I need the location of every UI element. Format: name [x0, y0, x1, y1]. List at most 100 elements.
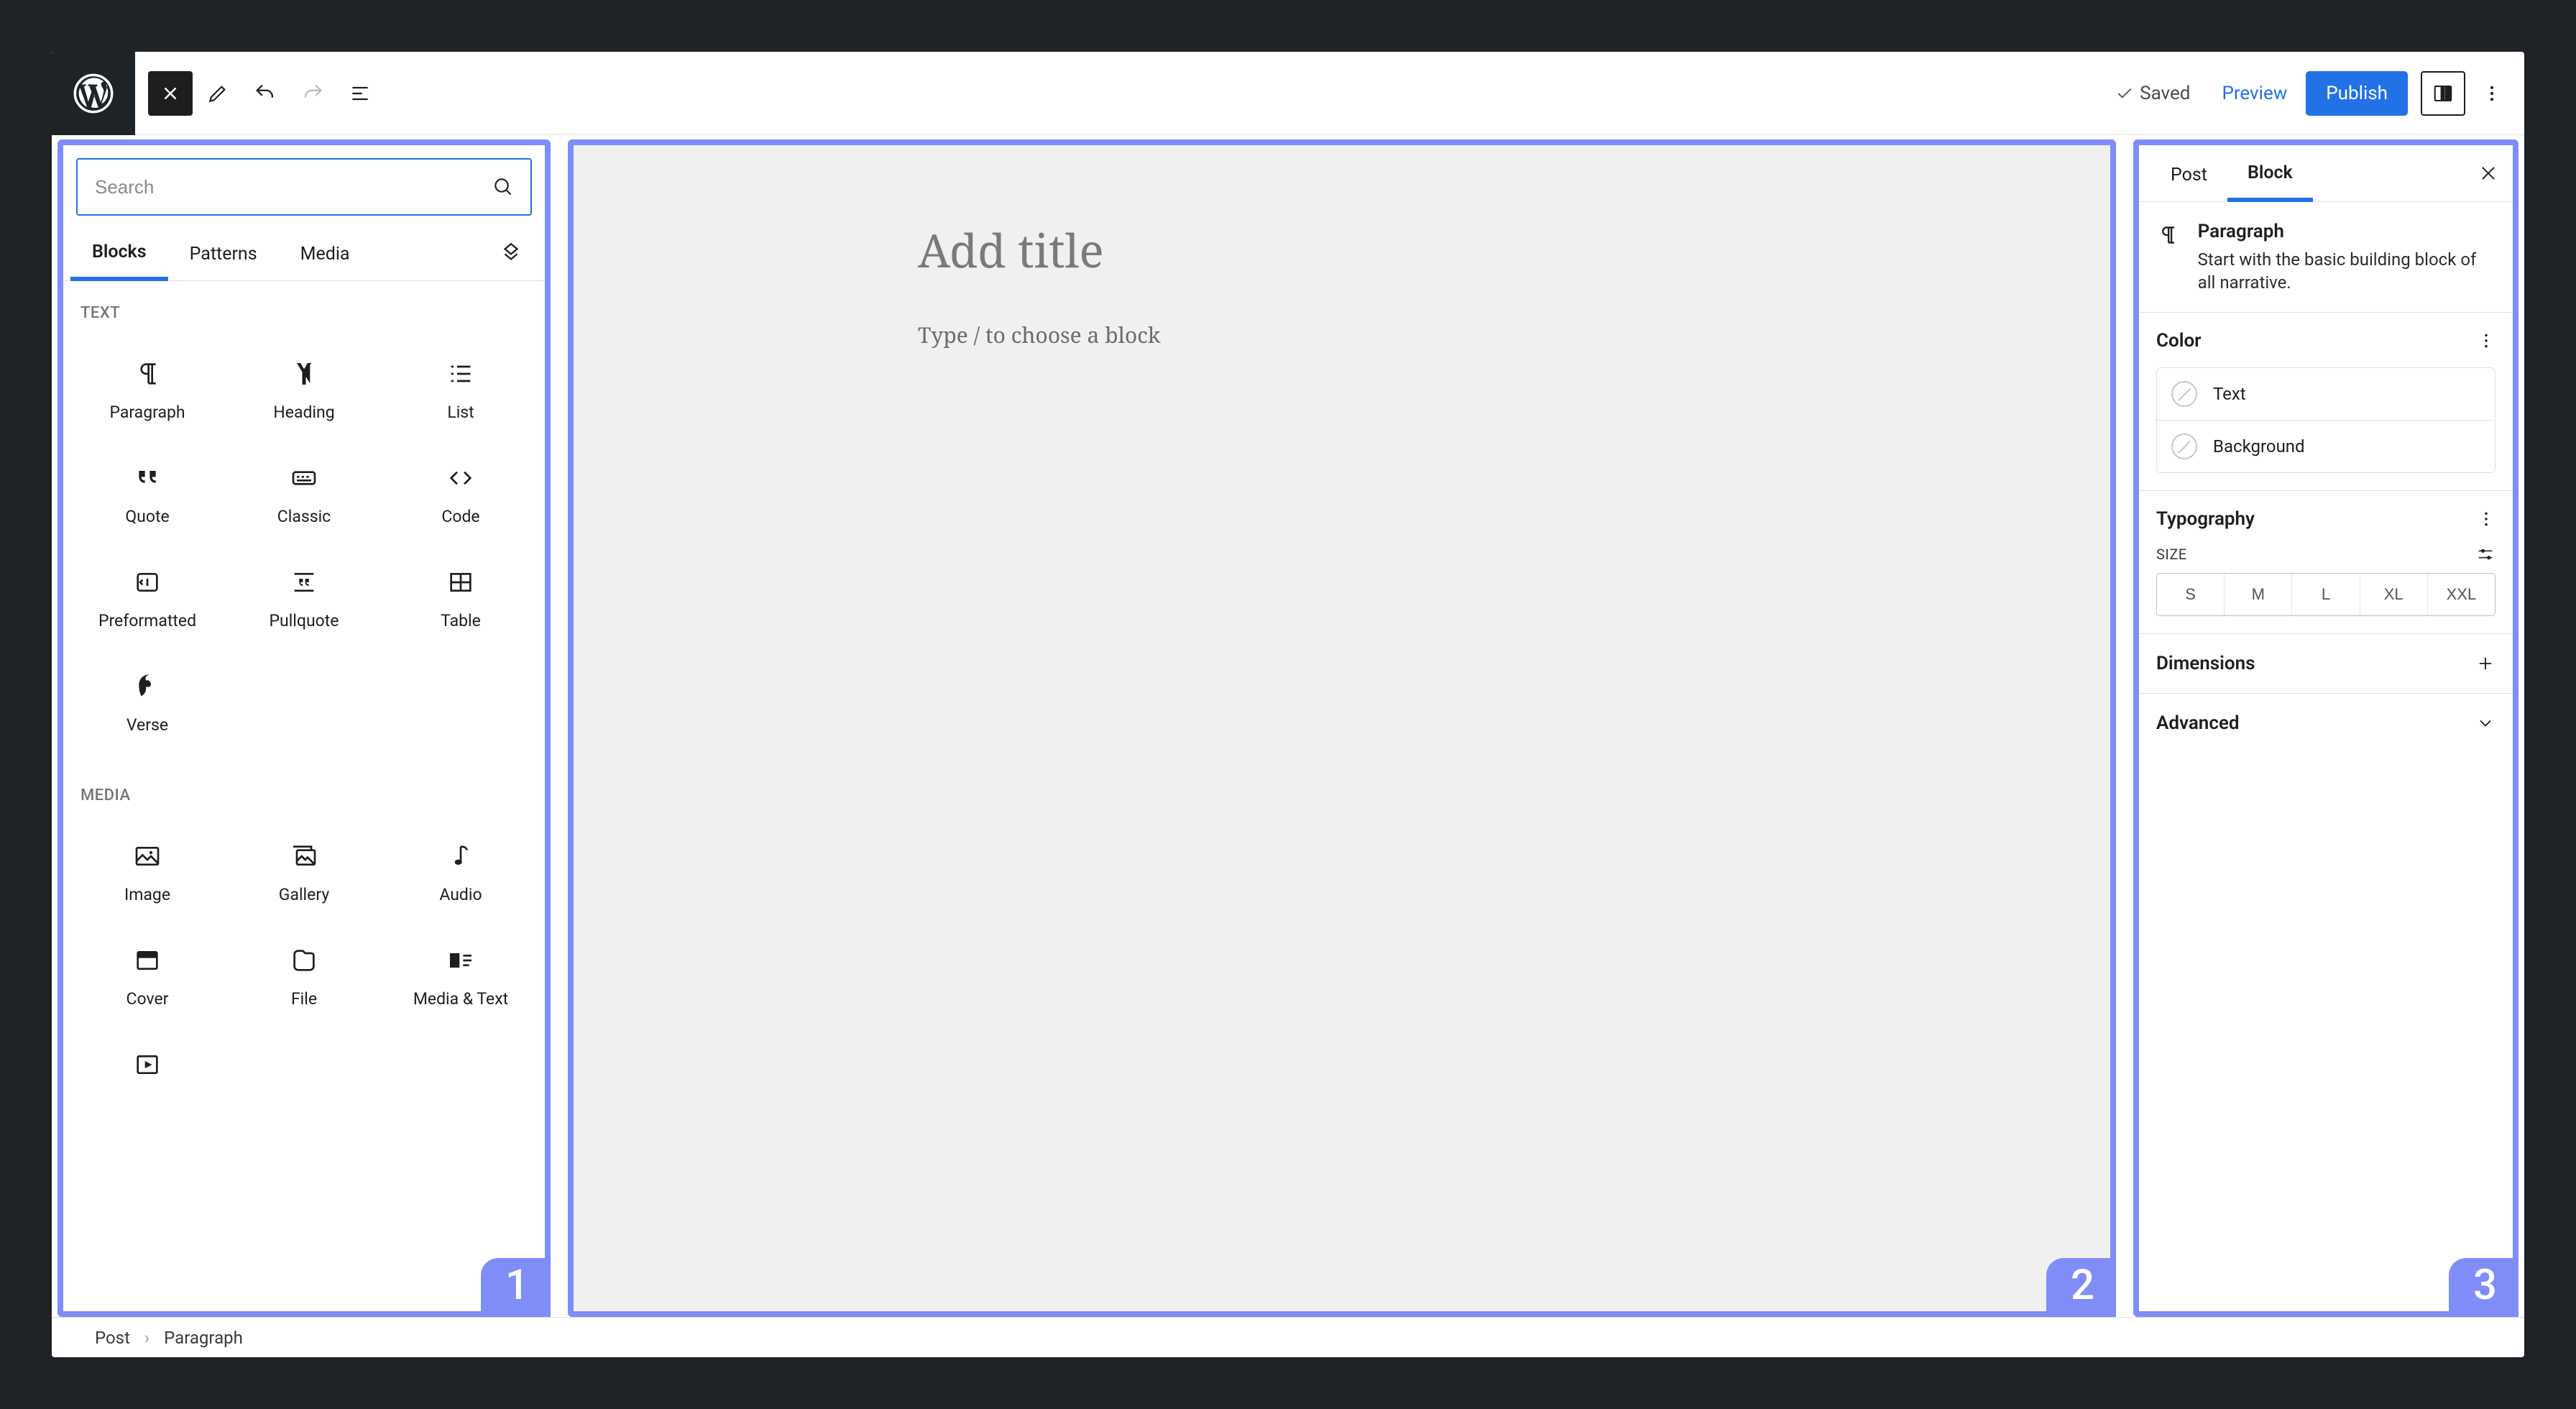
pullquote-icon	[290, 568, 318, 600]
inserter-explore-button[interactable]	[484, 241, 538, 265]
video-icon	[133, 1050, 162, 1082]
chevron-right-icon: ›	[144, 1328, 150, 1348]
dimensions-section[interactable]: Dimensions	[2139, 634, 2513, 694]
image-icon	[133, 842, 162, 873]
inserter-tabs: Blocks Patterns Media	[63, 226, 545, 281]
block-label: Quote	[125, 507, 169, 526]
close-icon	[2478, 163, 2498, 183]
wordpress-logo[interactable]	[52, 52, 135, 135]
kebab-icon[interactable]	[2477, 510, 2496, 528]
block-list[interactable]: List	[382, 339, 539, 438]
inserter-search[interactable]	[76, 158, 532, 216]
search-input[interactable]	[93, 175, 492, 199]
block-label: Image	[124, 885, 170, 904]
inserter-section-media: MEDIA	[66, 768, 542, 812]
kebab-icon[interactable]	[2477, 331, 2496, 350]
block-breadcrumb: Post › Paragraph	[52, 1317, 2524, 1357]
settings-close-button[interactable]	[2470, 155, 2507, 192]
paragraph-block-placeholder[interactable]: Type / to choose a block	[918, 320, 1766, 349]
block-settings-panel: Post Block Paragraph Start with the basi…	[2133, 139, 2518, 1317]
kebab-icon	[2482, 83, 2502, 104]
table-icon	[446, 568, 475, 600]
editor-canvas[interactable]: Add title Type / to choose a block 2	[568, 139, 2116, 1317]
settings-tab-post[interactable]: Post	[2150, 147, 2227, 200]
more-options-button[interactable]	[2470, 71, 2514, 116]
settings-tab-block[interactable]: Block	[2227, 145, 2313, 202]
font-size-segmented: SMLXLXXL	[2156, 573, 2496, 616]
block-heading[interactable]: Heading	[226, 339, 382, 438]
block-gallery[interactable]: Gallery	[226, 822, 382, 920]
color-background-control[interactable]: Background	[2157, 420, 2495, 472]
chevron-down-icon	[2475, 713, 2496, 733]
color-section-title: Color	[2156, 330, 2202, 352]
font-size-xxl[interactable]: XXL	[2427, 574, 2495, 615]
empty-swatch-icon	[2171, 433, 2197, 459]
breadcrumb-root[interactable]: Post	[95, 1328, 130, 1348]
block-cover[interactable]: Cover	[69, 926, 226, 1024]
file-icon	[290, 946, 318, 978]
font-size-s[interactable]: S	[2157, 574, 2224, 615]
block-label: List	[447, 403, 474, 422]
search-icon	[492, 175, 515, 198]
list-icon	[446, 359, 475, 391]
empty-swatch-icon	[2171, 381, 2197, 407]
advanced-section[interactable]: Advanced	[2139, 694, 2513, 753]
block-label: Cover	[126, 989, 169, 1009]
preview-button[interactable]: Preview	[2203, 73, 2306, 114]
pattern-explorer-icon	[499, 241, 523, 265]
block-classic[interactable]: Classic	[226, 444, 382, 542]
edit-tool-button[interactable]	[196, 71, 240, 116]
saved-label: Saved	[2140, 83, 2190, 104]
close-inserter-button[interactable]	[148, 71, 193, 116]
block-label: Preformatted	[98, 611, 196, 630]
block-video[interactable]	[69, 1030, 226, 1109]
save-status: Saved	[2102, 83, 2203, 104]
block-quote[interactable]: Quote	[69, 444, 226, 542]
post-title-input[interactable]: Add title	[918, 219, 1766, 281]
inserter-tab-patterns[interactable]: Patterns	[168, 228, 279, 279]
block-image[interactable]: Image	[69, 822, 226, 920]
block-audio[interactable]: Audio	[382, 822, 539, 920]
cover-icon	[133, 946, 162, 978]
paragraph-icon	[133, 359, 162, 391]
font-size-m[interactable]: M	[2224, 574, 2291, 615]
block-label: Paragraph	[109, 403, 185, 422]
block-label: Verse	[126, 715, 168, 735]
block-label: Audio	[439, 885, 482, 904]
dimensions-title: Dimensions	[2156, 653, 2255, 674]
code-icon	[446, 464, 475, 495]
inserter-tab-media[interactable]: Media	[279, 228, 372, 279]
font-size-xl[interactable]: XL	[2360, 574, 2427, 615]
block-code[interactable]: Code	[382, 444, 539, 542]
color-bg-label: Background	[2213, 436, 2305, 456]
redo-button[interactable]	[290, 71, 335, 116]
block-file[interactable]: File	[226, 926, 382, 1024]
document-overview-button[interactable]	[338, 71, 382, 116]
verse-icon	[133, 672, 162, 704]
block-media-text[interactable]: Media & Text	[382, 926, 539, 1024]
block-verse[interactable]: Verse	[69, 652, 226, 751]
color-text-control[interactable]: Text	[2157, 368, 2495, 420]
block-name: Paragraph	[2198, 221, 2496, 242]
breadcrumb-current[interactable]: Paragraph	[164, 1328, 243, 1348]
publish-button[interactable]: Publish	[2306, 71, 2408, 116]
settings-toggle-button[interactable]	[2421, 71, 2465, 116]
block-paragraph[interactable]: Paragraph	[69, 339, 226, 438]
block-description: Start with the basic building block of a…	[2198, 248, 2496, 295]
quote-icon	[133, 464, 162, 495]
sidebar-icon	[2432, 83, 2454, 104]
inserter-tab-blocks[interactable]: Blocks	[70, 226, 168, 281]
font-size-label: SIZE	[2156, 546, 2187, 563]
undo-button[interactable]	[243, 71, 288, 116]
block-preformatted[interactable]: Preformatted	[69, 548, 226, 646]
block-pullquote[interactable]: Pullquote	[226, 548, 382, 646]
check-icon	[2115, 84, 2134, 103]
block-label: Pullquote	[270, 611, 339, 630]
classic-icon	[290, 464, 318, 495]
font-size-l[interactable]: L	[2291, 574, 2359, 615]
typography-section-title: Typography	[2156, 508, 2255, 530]
settings-slider-icon[interactable]	[2475, 544, 2496, 564]
editor-topbar: Saved Preview Publish	[52, 52, 2524, 135]
block-table[interactable]: Table	[382, 548, 539, 646]
block-label: Classic	[277, 507, 331, 526]
